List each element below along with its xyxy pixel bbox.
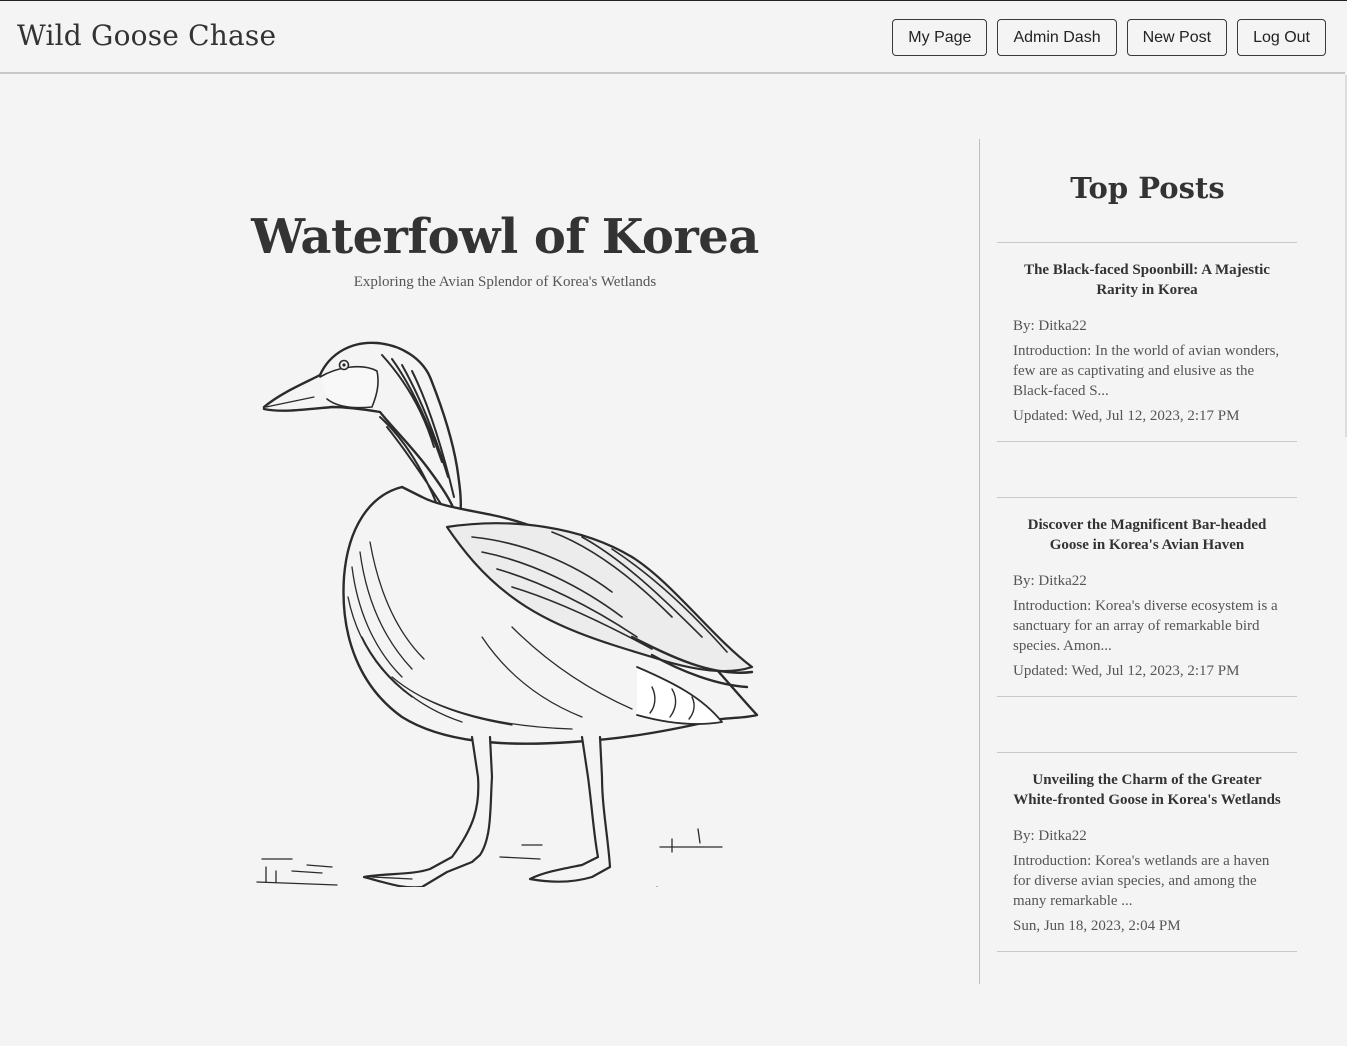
post-date: Updated: Wed, Jul 12, 2023, 2:17 PM <box>1013 408 1240 424</box>
sidebar-title: Top Posts <box>1070 171 1225 205</box>
post-card[interactable]: Unveiling the Charm of the Greater White… <box>997 752 1297 952</box>
post-date: Sun, Jun 18, 2023, 2:04 PM <box>1013 918 1181 934</box>
post-title[interactable]: Unveiling the Charm of the Greater White… <box>1013 770 1281 826</box>
admin-dash-button[interactable]: Admin Dash <box>997 19 1117 56</box>
site-brand[interactable]: Wild Goose Chase <box>17 19 276 52</box>
top-posts-sidebar: Top Posts The Black-faced Spoonbill: A M… <box>979 139 1319 984</box>
main-nav: My Page Admin Dash New Post Log Out <box>892 19 1326 56</box>
post-author: By: Ditka22 <box>1013 828 1087 844</box>
post-card[interactable]: Discover the Magnificent Bar-headed Goos… <box>997 497 1297 697</box>
post-excerpt: Introduction: In the world of avian wond… <box>1013 343 1280 399</box>
post-card[interactable]: The Black-faced Spoonbill: A Majestic Ra… <box>997 242 1297 442</box>
page: Wild Goose Chase My Page Admin Dash New … <box>0 0 1347 1046</box>
post-excerpt: Introduction: Korea's diverse ecosystem … <box>1013 598 1278 654</box>
new-post-button[interactable]: New Post <box>1126 19 1228 56</box>
post-excerpt: Introduction: Korea's wetlands are a hav… <box>1013 853 1270 909</box>
post-author: By: Ditka22 <box>1013 573 1087 589</box>
page-title: Waterfowl of Korea <box>251 209 759 265</box>
my-page-button[interactable]: My Page <box>892 19 988 56</box>
post-title[interactable]: Discover the Magnificent Bar-headed Goos… <box>1013 515 1281 571</box>
post-date: Updated: Wed, Jul 12, 2023, 2:17 PM <box>1013 663 1240 679</box>
site-header: Wild Goose Chase My Page Admin Dash New … <box>0 1 1345 74</box>
page-subtitle: Exploring the Avian Splendor of Korea's … <box>353 274 657 290</box>
post-title[interactable]: The Black-faced Spoonbill: A Majestic Ra… <box>1013 260 1281 316</box>
hero-section: Waterfowl of Korea Exploring the Avian S… <box>0 75 980 995</box>
goose-illustration <box>256 341 759 887</box>
log-out-button[interactable]: Log Out <box>1237 19 1326 56</box>
post-author: By: Ditka22 <box>1013 318 1087 334</box>
